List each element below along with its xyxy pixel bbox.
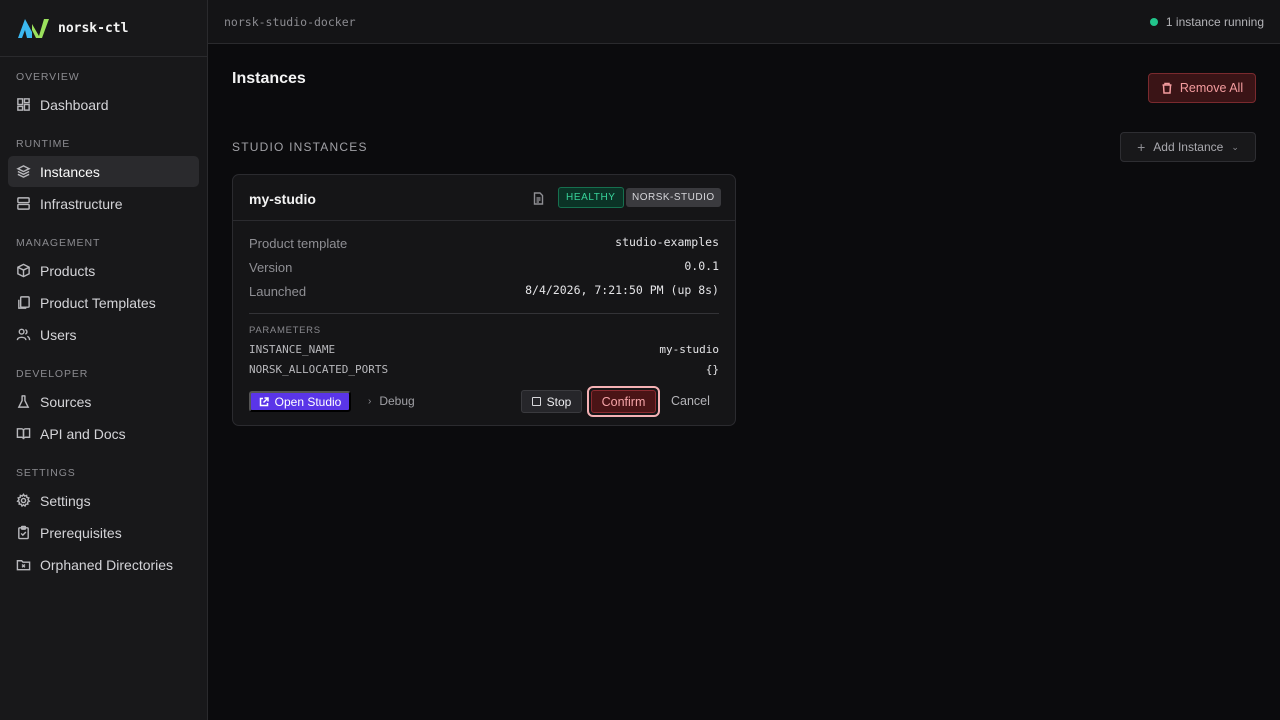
server-icon bbox=[17, 197, 30, 210]
sidebar-item-products[interactable]: Products bbox=[8, 255, 199, 286]
section-title: STUDIO INSTANCES bbox=[232, 140, 368, 154]
sidebar-item-label: API and Docs bbox=[40, 425, 126, 442]
status-dot-icon bbox=[1149, 18, 1158, 26]
add-instance-label: Add Instance bbox=[1153, 140, 1224, 154]
instance-name: my-studio bbox=[249, 191, 316, 207]
sidebar-item-label: Infrastructure bbox=[40, 195, 123, 212]
instance-status: 1 instance running bbox=[1149, 15, 1264, 29]
sidebar-item-api-and-docs[interactable]: API and Docs bbox=[8, 418, 199, 449]
sidebar-item-prerequisites[interactable]: Prerequisites bbox=[8, 517, 199, 548]
section-label-developer: DEVELOPER bbox=[16, 368, 89, 380]
norsk-logo-icon bbox=[18, 19, 49, 38]
sidebar-item-instances[interactable]: Instances bbox=[8, 156, 199, 187]
book-icon bbox=[16, 428, 31, 440]
dashboard-icon bbox=[17, 98, 30, 111]
remove-all-button[interactable]: Remove All bbox=[1148, 73, 1256, 103]
sidebar-item-infrastructure[interactable]: Infrastructure bbox=[8, 188, 199, 219]
sidebar-item-label: Product Templates bbox=[40, 294, 156, 311]
document-icon[interactable] bbox=[532, 192, 545, 205]
section-label-runtime: RUNTIME bbox=[16, 138, 71, 150]
sidebar-item-label: Dashboard bbox=[40, 96, 109, 113]
sidebar-item-label: Users bbox=[40, 326, 77, 343]
clipboard-check-icon bbox=[18, 525, 29, 540]
cancel-button[interactable]: Cancel bbox=[671, 394, 710, 408]
sidebar-item-label: Settings bbox=[40, 492, 91, 509]
section-label-settings: SETTINGS bbox=[16, 467, 76, 479]
parameters-label: PARAMETERS bbox=[249, 325, 321, 336]
parameter-key: NORSK_ALLOCATED_PORTS bbox=[249, 363, 389, 376]
app-name: norsk-ctl bbox=[58, 20, 129, 36]
card-header: my-studio HEALTHY NORSK-STUDIO bbox=[233, 175, 735, 221]
section-label-overview: OVERVIEW bbox=[16, 71, 80, 83]
package-icon bbox=[17, 263, 30, 278]
field-value: 8/4/2026, 7:21:50 PM (up 8s) bbox=[525, 283, 719, 297]
page-title: Instances bbox=[232, 70, 306, 87]
add-instance-button[interactable]: + Add Instance ⌄ bbox=[1120, 132, 1256, 162]
instance-card: my-studio HEALTHY NORSK-STUDIO Product t… bbox=[232, 174, 736, 426]
sidebar: norsk-ctl OVERVIEW Dashboard RUNTIME Ins… bbox=[0, 0, 208, 720]
health-badge: HEALTHY bbox=[558, 187, 624, 208]
field-value: 0.0.1 bbox=[684, 259, 719, 273]
copy-icon bbox=[18, 296, 30, 309]
sidebar-item-label: Orphaned Directories bbox=[40, 556, 174, 573]
confirm-label: Confirm bbox=[591, 390, 656, 413]
remove-all-label: Remove All bbox=[1179, 81, 1244, 95]
sidebar-item-label: Sources bbox=[40, 393, 92, 410]
divider bbox=[249, 313, 719, 314]
section-label-management: MANAGEMENT bbox=[16, 237, 101, 249]
field-label: Product template bbox=[249, 236, 348, 251]
users-icon bbox=[16, 328, 31, 341]
sidebar-item-sources[interactable]: Sources bbox=[8, 386, 199, 417]
open-studio-label: Open Studio bbox=[274, 394, 342, 409]
status-text: 1 instance running bbox=[1165, 15, 1264, 29]
debug-toggle[interactable]: › Debug bbox=[368, 394, 415, 408]
parameter-key: INSTANCE_NAME bbox=[249, 343, 336, 356]
field-label: Version bbox=[249, 260, 293, 275]
chevron-down-icon: ⌄ bbox=[1231, 141, 1239, 152]
field-label: Launched bbox=[249, 284, 307, 299]
folder-x-icon bbox=[16, 560, 31, 571]
chevron-right-icon: › bbox=[368, 395, 372, 407]
open-studio-button[interactable]: Open Studio bbox=[249, 391, 351, 412]
sidebar-item-label: Products bbox=[40, 262, 96, 279]
debug-label: Debug bbox=[379, 394, 415, 408]
sidebar-item-orphaned-directories[interactable]: Orphaned Directories bbox=[8, 549, 199, 580]
sidebar-item-product-templates[interactable]: Product Templates bbox=[8, 287, 199, 318]
sidebar-item-label: Prerequisites bbox=[40, 524, 122, 541]
stop-label: Stop bbox=[546, 394, 572, 409]
sidebar-item-dashboard[interactable]: Dashboard bbox=[8, 89, 199, 120]
layers-icon bbox=[16, 165, 31, 178]
type-badge: NORSK-STUDIO bbox=[626, 188, 721, 207]
stop-icon bbox=[531, 397, 541, 406]
parameter-value: my-studio bbox=[659, 343, 719, 356]
confirm-button[interactable]: Confirm bbox=[587, 386, 660, 417]
top-bar: norsk-studio-docker 1 instance running bbox=[208, 0, 1280, 44]
sidebar-item-settings[interactable]: Settings bbox=[8, 485, 199, 516]
external-link-icon bbox=[259, 396, 269, 406]
field-value: studio-examples bbox=[615, 235, 719, 249]
stop-button[interactable]: Stop bbox=[521, 390, 582, 413]
trash-icon bbox=[1162, 82, 1172, 94]
brand[interactable]: norsk-ctl bbox=[0, 0, 207, 57]
flask-icon bbox=[17, 395, 30, 408]
plus-icon: + bbox=[1137, 139, 1146, 155]
parameter-value: {} bbox=[705, 363, 719, 376]
environment-name: norsk-studio-docker bbox=[224, 15, 356, 29]
sidebar-item-label: Instances bbox=[40, 163, 100, 180]
sidebar-item-users[interactable]: Users bbox=[8, 319, 199, 350]
gear-icon bbox=[16, 493, 31, 508]
